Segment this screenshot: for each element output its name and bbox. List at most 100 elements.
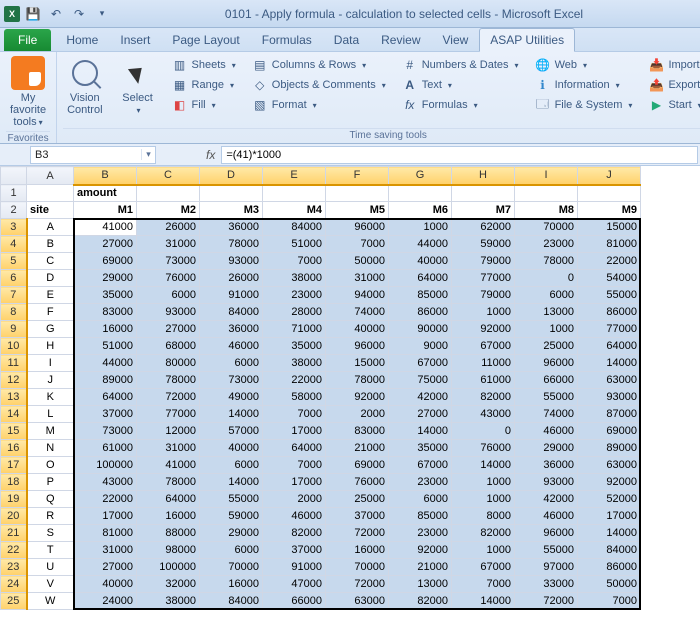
cell-E14[interactable]: 7000	[263, 406, 326, 423]
cell-E3[interactable]: 84000	[263, 219, 326, 236]
cell-J8[interactable]: 86000	[578, 304, 641, 321]
cell-I4[interactable]: 23000	[515, 236, 578, 253]
cell-I3[interactable]: 70000	[515, 219, 578, 236]
cell-F13[interactable]: 92000	[326, 389, 389, 406]
cell-F5[interactable]: 50000	[326, 253, 389, 270]
cell-J12[interactable]: 63000	[578, 372, 641, 389]
cell-J16[interactable]: 89000	[578, 440, 641, 457]
cell-C19[interactable]: 64000	[137, 491, 200, 508]
cell[interactable]	[389, 185, 452, 202]
cell-H8[interactable]: 1000	[452, 304, 515, 321]
cell-B23[interactable]: 27000	[74, 559, 137, 576]
cell-E23[interactable]: 91000	[263, 559, 326, 576]
cell-F10[interactable]: 96000	[326, 338, 389, 355]
cell-C20[interactable]: 16000	[137, 508, 200, 525]
col-header-B[interactable]: B	[74, 167, 137, 185]
cell-H14[interactable]: 43000	[452, 406, 515, 423]
cell-C14[interactable]: 77000	[137, 406, 200, 423]
row-header-5[interactable]: 5	[1, 253, 27, 270]
cell-D19[interactable]: 55000	[200, 491, 263, 508]
cell-E24[interactable]: 47000	[263, 576, 326, 593]
cell-D12[interactable]: 73000	[200, 372, 263, 389]
cell-H25[interactable]: 14000	[452, 593, 515, 610]
row-header-23[interactable]: 23	[1, 559, 27, 576]
tab-asap-utilities[interactable]: ASAP Utilities	[479, 28, 575, 52]
cell-D3[interactable]: 36000	[200, 219, 263, 236]
cell-J4[interactable]: 81000	[578, 236, 641, 253]
cell-H20[interactable]: 8000	[452, 508, 515, 525]
cell-G10[interactable]: 9000	[389, 338, 452, 355]
cell-I16[interactable]: 29000	[515, 440, 578, 457]
cell-E22[interactable]: 37000	[263, 542, 326, 559]
cell-E21[interactable]: 82000	[263, 525, 326, 542]
cell[interactable]	[578, 185, 641, 202]
cell-C21[interactable]: 88000	[137, 525, 200, 542]
cell-J5[interactable]: 22000	[578, 253, 641, 270]
cell-G13[interactable]: 42000	[389, 389, 452, 406]
cell-D13[interactable]: 49000	[200, 389, 263, 406]
cell-J21[interactable]: 14000	[578, 525, 641, 542]
cell-I25[interactable]: 72000	[515, 593, 578, 610]
formula-bar[interactable]	[221, 146, 698, 164]
cell-header-M3[interactable]: M3	[200, 202, 263, 219]
cell-D24[interactable]: 16000	[200, 576, 263, 593]
cell-A6[interactable]: D	[27, 270, 74, 287]
cell-G18[interactable]: 23000	[389, 474, 452, 491]
cell-I19[interactable]: 42000	[515, 491, 578, 508]
qat-customize-icon[interactable]: ▾	[92, 4, 112, 24]
cell-I11[interactable]: 96000	[515, 355, 578, 372]
cell-D8[interactable]: 84000	[200, 304, 263, 321]
cell-C12[interactable]: 78000	[137, 372, 200, 389]
cell-C24[interactable]: 32000	[137, 576, 200, 593]
tab-review[interactable]: Review	[370, 28, 431, 51]
col-header-J[interactable]: J	[578, 167, 641, 185]
row-header-3[interactable]: 3	[1, 219, 27, 236]
worksheet-grid[interactable]: ABCDEFGHIJ1amount2siteM1M2M3M4M5M6M7M8M9…	[0, 166, 700, 618]
my-favorite-tools-button[interactable]: My favoritetools▾	[6, 54, 50, 131]
tab-page-layout[interactable]: Page Layout	[161, 28, 250, 51]
cell-D21[interactable]: 29000	[200, 525, 263, 542]
cell-B4[interactable]: 27000	[74, 236, 137, 253]
cell-G20[interactable]: 85000	[389, 508, 452, 525]
row-header-10[interactable]: 10	[1, 338, 27, 355]
row-header-11[interactable]: 11	[1, 355, 27, 372]
cell-A24[interactable]: V	[27, 576, 74, 593]
cell-I21[interactable]: 96000	[515, 525, 578, 542]
row-header-22[interactable]: 22	[1, 542, 27, 559]
cell-J18[interactable]: 92000	[578, 474, 641, 491]
cell-F7[interactable]: 94000	[326, 287, 389, 304]
cell-A22[interactable]: T	[27, 542, 74, 559]
cell-J10[interactable]: 64000	[578, 338, 641, 355]
cell-I14[interactable]: 74000	[515, 406, 578, 423]
row-header-12[interactable]: 12	[1, 372, 27, 389]
cell-D15[interactable]: 57000	[200, 423, 263, 440]
cell-J14[interactable]: 87000	[578, 406, 641, 423]
cell-E12[interactable]: 22000	[263, 372, 326, 389]
cell-D14[interactable]: 14000	[200, 406, 263, 423]
cell-D4[interactable]: 78000	[200, 236, 263, 253]
cell-H12[interactable]: 61000	[452, 372, 515, 389]
row-header-24[interactable]: 24	[1, 576, 27, 593]
cell-J13[interactable]: 93000	[578, 389, 641, 406]
cell-G9[interactable]: 90000	[389, 321, 452, 338]
cell-H3[interactable]: 62000	[452, 219, 515, 236]
cell-A8[interactable]: F	[27, 304, 74, 321]
cell-F11[interactable]: 15000	[326, 355, 389, 372]
row-header-25[interactable]: 25	[1, 593, 27, 610]
cell-C13[interactable]: 72000	[137, 389, 200, 406]
cell-header-M9[interactable]: M9	[578, 202, 641, 219]
vision-control-button[interactable]: VisionControl	[63, 54, 106, 119]
cell-I10[interactable]: 25000	[515, 338, 578, 355]
cell-H10[interactable]: 67000	[452, 338, 515, 355]
cell-B13[interactable]: 64000	[74, 389, 137, 406]
cell-C3[interactable]: 26000	[137, 219, 200, 236]
cell-A7[interactable]: E	[27, 287, 74, 304]
cell-I6[interactable]: 0	[515, 270, 578, 287]
cell-G8[interactable]: 86000	[389, 304, 452, 321]
cell-J3[interactable]: 15000	[578, 219, 641, 236]
cell-B10[interactable]: 51000	[74, 338, 137, 355]
cell-H19[interactable]: 1000	[452, 491, 515, 508]
cell-C9[interactable]: 27000	[137, 321, 200, 338]
cell-C25[interactable]: 38000	[137, 593, 200, 610]
cell-G4[interactable]: 44000	[389, 236, 452, 253]
